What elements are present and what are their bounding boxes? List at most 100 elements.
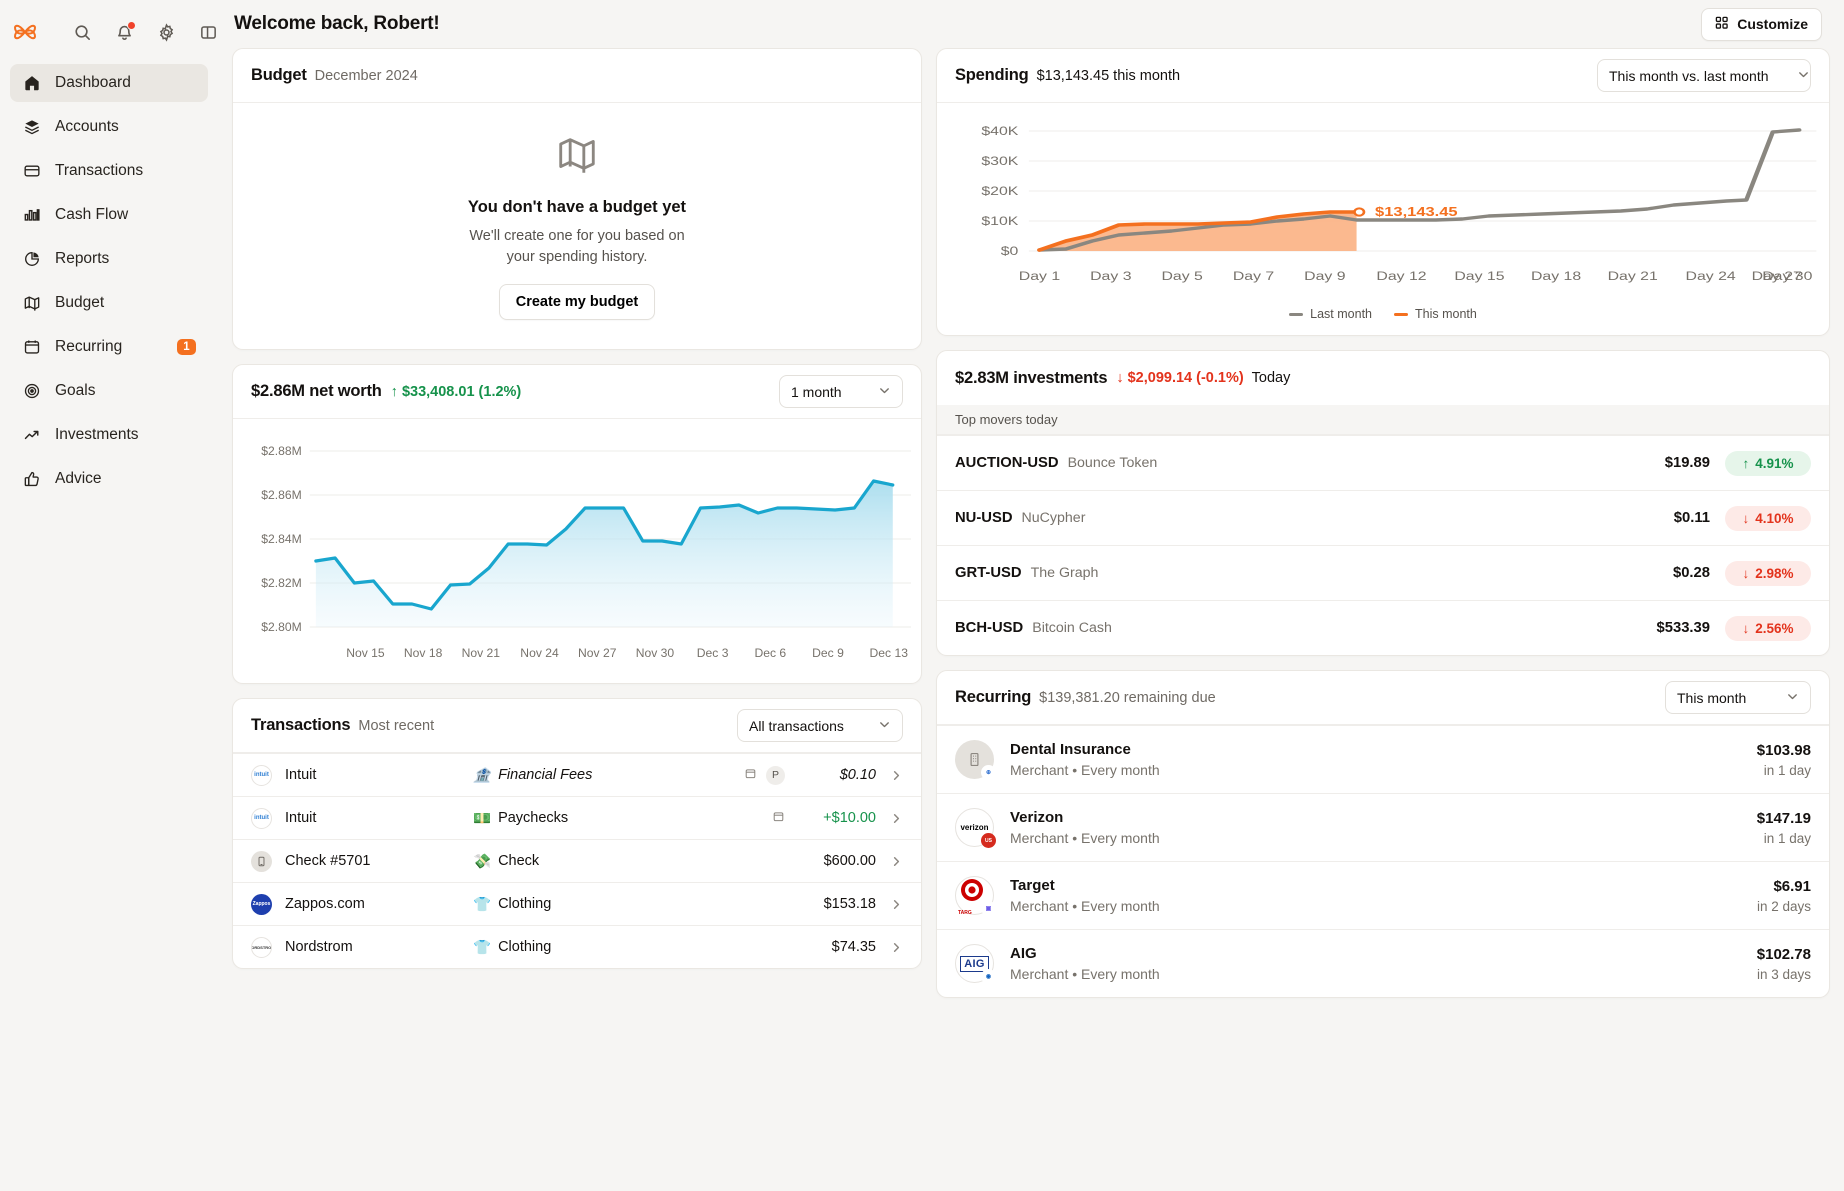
intuit-logo-icon: intuit xyxy=(251,765,272,786)
recurring-range-value: This month xyxy=(1677,690,1746,706)
sidebar-item-transactions[interactable]: Transactions xyxy=(10,152,208,190)
list-item[interactable]: AIG ◉ AIG Merchant • Every month $102.78… xyxy=(937,929,1829,997)
table-row[interactable]: intuit Intuit 🏦 Financial Fees P $ xyxy=(233,753,921,796)
svg-text:Day 12: Day 12 xyxy=(1376,269,1426,283)
svg-text:Day 18: Day 18 xyxy=(1531,269,1581,283)
chevron-right-icon[interactable] xyxy=(890,855,903,868)
spending-legend: Last month This month xyxy=(937,303,1829,335)
list-item[interactable]: ⊕ Dental Insurance Merchant • Every mont… xyxy=(937,725,1829,793)
sidebar-item-cash-flow[interactable]: Cash Flow xyxy=(10,196,208,234)
chevron-right-icon[interactable] xyxy=(890,941,903,954)
chevron-right-icon[interactable] xyxy=(890,812,903,825)
sidebar: Dashboard Accounts Tran xyxy=(0,0,218,1191)
sidebar-item-recurring[interactable]: Recurring 1 xyxy=(10,328,208,366)
svg-text:$2.86M: $2.86M xyxy=(261,488,301,502)
layers-icon xyxy=(22,118,41,137)
svg-text:Dec 6: Dec 6 xyxy=(754,646,786,660)
right-column: Spending $13,143.45 this month This mont… xyxy=(936,48,1830,998)
recurring-amount-group: $6.91 in 2 days xyxy=(1757,878,1811,914)
spending-range-select[interactable]: This month vs. last month xyxy=(1597,59,1811,92)
table-row[interactable]: Zappos Zappos.com 👕 Clothing $153.18 xyxy=(233,882,921,925)
arrow-up-icon: ↑ xyxy=(391,384,398,400)
status-badge: ↑ 4.91% xyxy=(1725,451,1811,476)
sidebar-item-reports[interactable]: Reports xyxy=(10,240,208,278)
chevron-down-icon xyxy=(878,718,891,734)
zappos-logo-icon: Zappos xyxy=(251,894,272,915)
sidebar-item-label: Goals xyxy=(55,382,196,400)
sub-badge-icon: US xyxy=(981,833,996,848)
recurring-name: AIG xyxy=(1010,945,1160,962)
sidebar-item-goals[interactable]: Goals xyxy=(10,372,208,410)
svg-text:$40K: $40K xyxy=(981,124,1019,138)
sidebar-item-budget[interactable]: Budget xyxy=(10,284,208,322)
svg-text:$30K: $30K xyxy=(981,154,1019,168)
table-row[interactable]: NORDSTROM Nordstrom 👕 Clothing $74.35 xyxy=(233,925,921,968)
recurring-header: Recurring $139,381.20 remaining due This… xyxy=(937,671,1829,725)
top-movers-label: Top movers today xyxy=(937,405,1829,435)
arrow-down-icon: ↓ xyxy=(1742,511,1749,526)
list-item[interactable]: BCH-USD Bitcoin Cash $533.39 ↓ 2.56% xyxy=(937,600,1829,655)
bars-icon xyxy=(22,206,41,225)
sub-badge-icon: ◉ xyxy=(981,969,996,984)
transaction-merchant: Check #5701 xyxy=(285,853,473,869)
search-icon[interactable] xyxy=(73,23,92,42)
transaction-category: 👕 Clothing xyxy=(473,939,785,956)
pie-icon xyxy=(22,250,41,269)
chevron-right-icon[interactable] xyxy=(890,769,903,782)
list-item[interactable]: TARG ▣ Target Merchant • Every month $6.… xyxy=(937,861,1829,929)
table-row[interactable]: intuit Intuit 💵 Paychecks +$10.00 xyxy=(233,796,921,839)
aig-logo-icon: AIG ◉ xyxy=(955,944,994,983)
logo-icon[interactable] xyxy=(10,17,39,47)
spending-endpoint-label: $13,143.45 xyxy=(1375,206,1458,220)
legend-label: This month xyxy=(1415,307,1477,321)
chevron-down-icon xyxy=(878,384,891,400)
spending-range-value: This month vs. last month xyxy=(1609,68,1769,84)
investment-price: $0.11 xyxy=(1674,510,1710,526)
sidebar-item-investments[interactable]: Investments xyxy=(10,416,208,454)
target-icon xyxy=(22,382,41,401)
spending-endpoint-marker xyxy=(1354,208,1364,215)
map-icon xyxy=(22,294,41,313)
verizon-logo-icon: verizon US xyxy=(955,808,994,847)
category-emoji: 👕 xyxy=(473,939,491,956)
svg-text:Dec 9: Dec 9 xyxy=(812,646,844,660)
bell-icon[interactable] xyxy=(115,23,134,42)
recurring-desc: Merchant • Every month xyxy=(1010,898,1160,914)
gear-icon[interactable] xyxy=(157,23,176,42)
map-icon xyxy=(555,132,599,181)
create-budget-button[interactable]: Create my budget xyxy=(499,284,655,320)
svg-text:Day 24: Day 24 xyxy=(1686,269,1736,283)
recurring-text-group: Dental Insurance Merchant • Every month xyxy=(1010,741,1160,778)
left-column: Budget December 2024 You don't have a bu… xyxy=(232,48,922,998)
net-worth-delta: ↑ $33,408.01 (1.2%) xyxy=(391,384,522,400)
list-item[interactable]: verizon US Verizon Merchant • Every mont… xyxy=(937,793,1829,861)
category-emoji: 👕 xyxy=(473,896,491,913)
category-emoji: 💵 xyxy=(473,810,491,827)
customize-button[interactable]: Customize xyxy=(1701,8,1822,41)
recurring-range-select[interactable]: This month xyxy=(1665,681,1811,714)
chevron-down-icon xyxy=(1797,68,1810,84)
list-item[interactable]: NU-USD NuCypher $0.11 ↓ 4.10% xyxy=(937,490,1829,545)
svg-text:Day 7: Day 7 xyxy=(1233,269,1275,283)
sidebar-item-advice[interactable]: Advice xyxy=(10,460,208,498)
sidebar-item-accounts[interactable]: Accounts xyxy=(10,108,208,146)
arrow-down-icon: ↓ xyxy=(1742,621,1749,636)
budget-card-header: Budget December 2024 xyxy=(233,49,921,103)
transaction-category: 💵 Paychecks xyxy=(473,810,772,827)
sub-badge-icon: ▣ xyxy=(981,901,996,916)
category-emoji: 🏦 xyxy=(473,767,491,784)
sidebar-item-dashboard[interactable]: Dashboard xyxy=(10,64,208,102)
chevron-right-icon[interactable] xyxy=(890,898,903,911)
list-item[interactable]: GRT-USD The Graph $0.28 ↓ 2.98% xyxy=(937,545,1829,600)
transactions-filter-select[interactable]: All transactions xyxy=(737,709,903,742)
recurring-desc: Merchant • Every month xyxy=(1010,762,1160,778)
investment-symbol: AUCTION-USD xyxy=(955,455,1059,471)
list-item[interactable]: AUCTION-USD Bounce Token $19.89 ↑ 4.91% xyxy=(937,435,1829,490)
table-row[interactable]: Check #5701 💸 Check $600.00 xyxy=(233,839,921,882)
recurring-due: in 1 day xyxy=(1757,763,1811,778)
net-worth-range-select[interactable]: 1 month xyxy=(779,375,903,408)
spending-subtitle: $13,143.45 this month xyxy=(1037,68,1181,84)
panel-icon[interactable] xyxy=(199,23,218,42)
investments-delta: ↓ $2,099.14 (-0.1%) xyxy=(1116,370,1243,386)
budget-empty-text-line1: We'll create one for you based on xyxy=(469,226,684,247)
